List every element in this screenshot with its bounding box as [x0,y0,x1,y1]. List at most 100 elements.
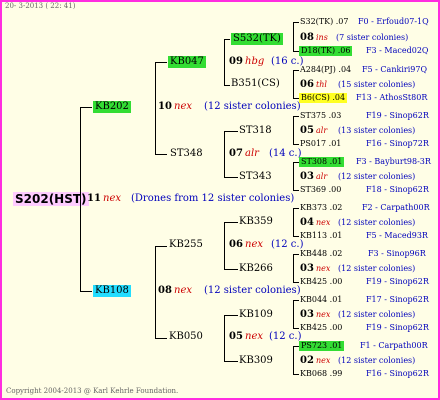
st375-node[interactable]: ST375 .03 [300,112,341,120]
g6-note: (12 sister colonies) [338,310,416,319]
g6-mark: nex [316,310,331,319]
kb359-node[interactable]: KB359 [239,217,273,227]
s532-node[interactable]: S532(TK) [231,33,283,45]
root-mark: nex [103,193,121,204]
link-kb255-kb359 [224,222,238,223]
kb068-node[interactable]: KB068 .99 [300,370,342,378]
a284-node[interactable]: A284(PJ) .04 [300,66,351,74]
link-s532-bottom [293,51,299,52]
bracket-st343 [293,162,294,190]
g2-note: (13 sister colonies) [338,126,416,135]
s32-node[interactable]: S32(TK) .07 [300,18,348,26]
kb044-node[interactable]: KB044 .01 [300,296,342,304]
ps723-node[interactable]: PS723 .01 [299,341,345,351]
kb068-info: F16 - Sinop62R [366,369,429,378]
g7-gen: 02 [300,355,314,366]
kb309-node[interactable]: KB309 [239,356,273,366]
g5-mark: nex [316,264,331,273]
kb255-gen: 06 [229,239,243,250]
timestamp-header: 20- 3-2013 ( 22: 41) [5,2,76,10]
st369-info: F18 - Sinop62R [366,185,429,194]
bracket-st318 [293,116,294,144]
g0-gen: 08 [300,32,314,43]
bracket-st348 [224,131,225,177]
link-st318-bottom [293,144,299,145]
g3-gen: 03 [300,171,314,182]
kb047-node[interactable]: KB047 [168,56,206,68]
kb425-node-b[interactable]: KB425 .00 [300,324,342,332]
kb425-info-a: F19 - Sinop62R [366,277,429,286]
b6-node[interactable]: B6(CS) .04 [299,93,348,103]
kb202-note: (12 sister colonies) [204,101,301,112]
g7-mark: nex [316,356,331,365]
kb373-node[interactable]: KB373 .02 [300,204,342,212]
kb113-info: F5 - Maced93R [366,231,428,240]
bracket-kb109 [293,300,294,328]
kb108-node[interactable]: KB108 [93,285,131,297]
g4-gen: 04 [300,217,314,228]
root-queen[interactable]: S202(HST) [13,192,89,206]
st318-node[interactable]: ST318 [239,126,272,136]
d18-info: F3 - Maced02Q [366,46,429,55]
bracket-kb359 [293,208,294,236]
kb047-note: (16 c.) [271,56,304,67]
ps723-info: F1 - Carpath00R [360,341,428,350]
g2-gen: 05 [300,125,314,136]
st369-node[interactable]: ST369 .00 [300,186,341,194]
bracket-kb309 [293,346,294,374]
bracket-kb255 [224,222,225,269]
b351-node[interactable]: B351(CS) [231,79,280,89]
link-kb109-top [293,300,299,301]
kb109-node[interactable]: KB109 [239,310,273,320]
kb044-info: F17 - Sinop62R [366,295,429,304]
kb425-node-a[interactable]: KB425 .00 [300,278,342,286]
kb255-node[interactable]: KB255 [169,240,203,250]
kb050-gen: 05 [229,331,243,342]
st375-info: F19 - Sinop62R [366,111,429,120]
ps017-node[interactable]: PS017 .01 [300,140,341,148]
kb266-node[interactable]: KB266 [239,264,273,274]
bracket-s532 [293,22,294,51]
bracket-kb050 [224,315,225,361]
g6-gen: 03 [300,309,314,320]
link-kb108-kb255 [155,246,167,247]
st308-node[interactable]: ST308 .01 [299,157,345,167]
link-kb109-bottom [293,328,299,329]
kb202-mark: nex [174,101,192,112]
link-kb050-kb109 [224,315,238,316]
b6-info: F13 - AthosSt80R [356,93,428,102]
kb108-gen: 08 [158,285,172,296]
g1-gen: 06 [300,79,314,90]
g5-note: (12 sister colonies) [338,264,416,273]
kb373-info: F2 - Carpath00R [362,203,430,212]
st348-node[interactable]: ST348 [170,149,203,159]
kb255-mark: nex [245,239,263,250]
link-root-kb108 [80,291,92,292]
bracket-root [80,107,81,291]
kb448-node[interactable]: KB448 .02 [300,250,342,258]
a284-info: F5 - Cankiri97Q [362,65,427,74]
link-kb359-top [293,208,299,209]
kb050-node[interactable]: KB050 [169,332,203,342]
g3-note: (12 sister colonies) [338,172,416,181]
kb202-gen: 10 [158,101,172,112]
kb113-node[interactable]: KB113 .01 [300,232,342,240]
kb108-mark: nex [174,285,192,296]
g4-note: (12 sister colonies) [338,218,416,227]
root-gen: 11 [87,193,101,204]
bracket-kb266 [293,254,294,282]
d18-node[interactable]: D18(TK) .06 [299,46,353,56]
g7-note: (12 sister colonies) [338,356,416,365]
kb202-node[interactable]: KB202 [93,101,131,113]
g2-mark: alr [316,126,328,135]
link-st348-st343 [224,177,238,178]
link-kb266-top [293,254,299,255]
ps017-info: F16 - Sinop72R [366,139,429,148]
st343-node[interactable]: ST343 [239,172,272,182]
link-st348-st318 [224,131,238,132]
kb047-mark: hbg [245,56,265,67]
st348-note: (14 c.) [269,148,302,159]
g4-mark: nex [316,218,331,227]
link-kb050-kb309 [224,361,238,362]
bracket-kb047 [224,39,225,85]
